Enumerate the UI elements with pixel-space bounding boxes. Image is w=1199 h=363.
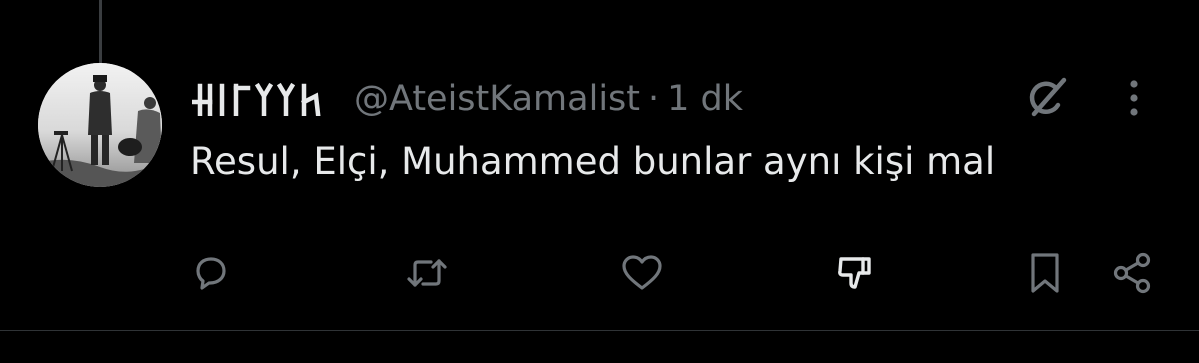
bookmark-button[interactable] (1020, 248, 1070, 298)
grok-icon (1029, 77, 1067, 117)
timestamp[interactable]: 1 dk (667, 79, 743, 119)
dislike-icon (838, 257, 871, 289)
avatar[interactable] (38, 63, 162, 187)
retweet-button[interactable] (402, 248, 452, 298)
reply-button[interactable] (185, 248, 235, 298)
grok-button[interactable] (1018, 72, 1074, 124)
share-icon (1113, 252, 1151, 294)
bookmark-icon (1031, 253, 1059, 293)
tweet[interactable]: @AteistKamalist · 1 dk Resul, Elçi, Muha… (0, 0, 1199, 363)
display-name[interactable] (192, 82, 340, 116)
separator-dot: · (648, 79, 660, 119)
user-handle[interactable]: @AteistKamalist (354, 79, 640, 119)
like-button[interactable] (617, 248, 667, 298)
thread-line (99, 0, 102, 64)
more-button[interactable] (1114, 72, 1154, 124)
more-vertical-icon (1130, 80, 1138, 116)
tweet-text: Resul, Elçi, Muhammed bunlar aynı kişi m… (190, 140, 996, 183)
like-icon (622, 255, 662, 290)
retweet-icon (407, 259, 447, 287)
display-name-runes (192, 82, 321, 116)
divider (0, 330, 1199, 331)
tweet-header: @AteistKamalist · 1 dk (192, 74, 743, 124)
reply-icon (196, 257, 226, 290)
dislike-button[interactable] (832, 248, 882, 298)
share-button[interactable] (1108, 248, 1158, 298)
